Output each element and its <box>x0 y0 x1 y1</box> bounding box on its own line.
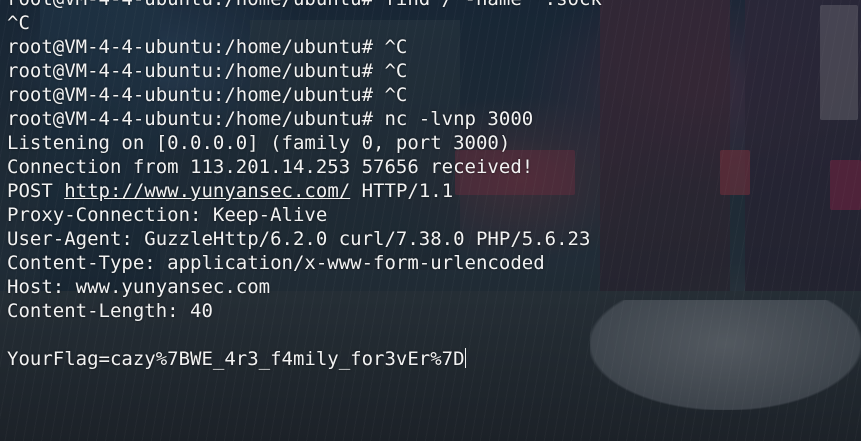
terminal-line: root@VM-4-4-ubuntu:/home/ubuntu# nc -lvn… <box>7 108 534 130</box>
http-method: POST <box>7 180 53 202</box>
http-protocol: HTTP/1.1 <box>361 180 454 202</box>
terminal-line: root@VM-4-4-ubuntu:/home/ubuntu# ^C <box>7 84 408 106</box>
flag-text: YourFlag=cazy%7BWE_4r3_f4mily_for3vEr%7D <box>7 348 465 370</box>
request-body-line[interactable]: YourFlag=cazy%7BWE_4r3_f4mily_for3vEr%7D <box>7 347 861 371</box>
url-link[interactable]: http://www.yunyansec.com/ <box>64 180 350 202</box>
terminal-window[interactable]: root@VM-4-4-ubuntu:/home/ubuntu# find / … <box>0 0 861 441</box>
header-line: Content-Length: 40 <box>7 300 213 322</box>
terminal-line: root@VM-4-4-ubuntu:/home/ubuntu# ^C <box>7 36 408 58</box>
http-request-line: POST http://www.yunyansec.com/ HTTP/1.1 <box>7 179 861 203</box>
terminal-line: Connection from 113.201.14.253 57656 rec… <box>7 156 534 178</box>
header-line: Host: www.yunyansec.com <box>7 276 271 298</box>
header-line: User-Agent: GuzzleHttp/6.2.0 curl/7.38.0… <box>7 228 591 250</box>
terminal-output: root@VM-4-4-ubuntu:/home/ubuntu# find / … <box>7 0 861 371</box>
terminal-line: ^C <box>7 12 30 34</box>
terminal-line: Listening on [0.0.0.0] (family 0, port 3… <box>7 132 511 154</box>
terminal-line: root@VM-4-4-ubuntu:/home/ubuntu# find / … <box>7 0 861 11</box>
text-cursor <box>464 348 466 368</box>
header-line: Proxy-Connection: Keep-Alive <box>7 204 328 226</box>
terminal-line: root@VM-4-4-ubuntu:/home/ubuntu# ^C <box>7 60 408 82</box>
header-line: Content-Type: application/x-www-form-url… <box>7 252 545 274</box>
